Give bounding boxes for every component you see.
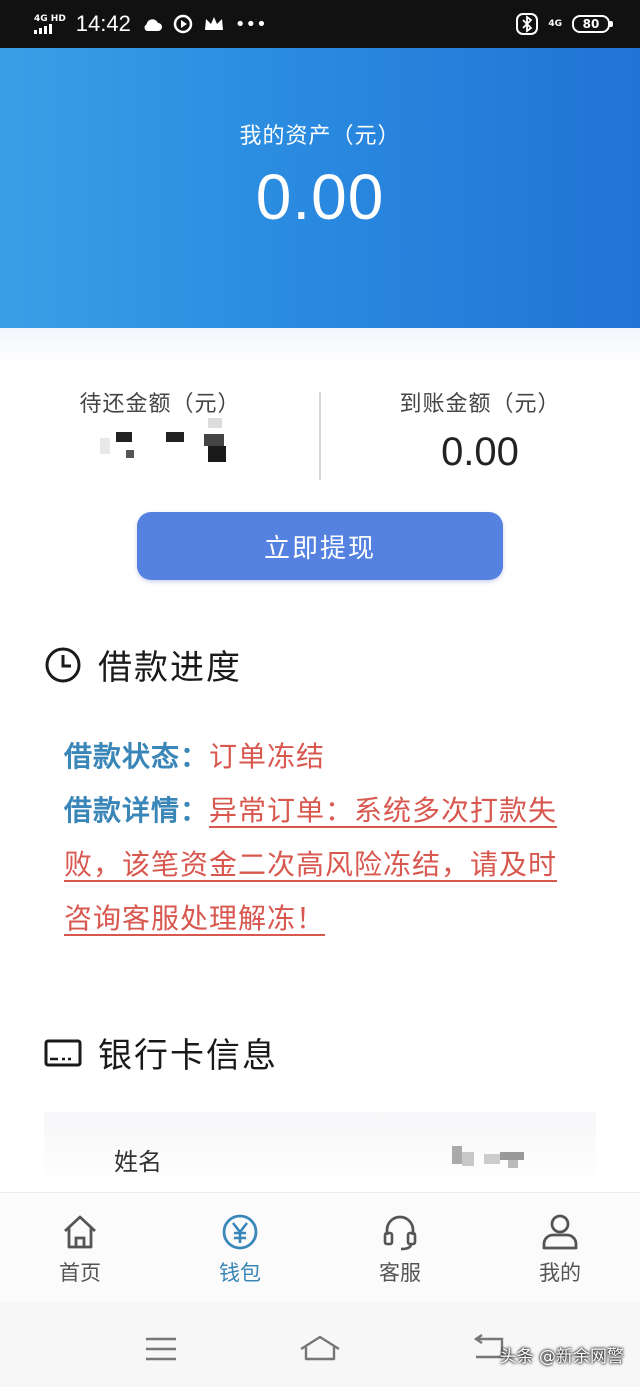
loan-status-value: 订单冻结 (209, 740, 326, 773)
user-icon (542, 1214, 578, 1250)
system-navigation-bar: 头条 @新余网警 (0, 1302, 640, 1387)
yen-icon (222, 1214, 258, 1250)
asset-header: 我的资产（元） 0.00 (0, 48, 640, 328)
battery-level: 80 (582, 17, 600, 31)
home-nav-icon[interactable] (298, 1334, 342, 1362)
bank-card-title: 银行卡信息 (98, 1036, 278, 1076)
cloud-icon (144, 19, 162, 31)
loan-detail-key: 借款详情： (64, 794, 210, 827)
watermark-text: 头条 @新余网警 (499, 1347, 624, 1367)
clock-icon (45, 647, 81, 682)
loan-progress-header: 借款进度 (44, 640, 242, 689)
headset-icon (383, 1215, 417, 1251)
network-label: 4G HD (34, 13, 66, 24)
tab-mine-label: 我的 (539, 1261, 581, 1285)
battery-icon: 80 (572, 15, 613, 33)
loan-status-row: 借款状态：订单冻结 (64, 730, 584, 784)
received-amount: 到账金额（元） 0.00 (320, 386, 640, 475)
received-amount-value: 0.00 (441, 430, 519, 474)
status-bar: 4G HD 14:42 ••• 4G 80 (0, 0, 640, 48)
header-shadow (0, 328, 640, 368)
bluetooth-icon (516, 13, 539, 35)
asset-value: 0.00 (255, 161, 385, 233)
asset-label: 我的资产（元） (239, 124, 401, 149)
clock: 14:42 (75, 11, 131, 36)
tab-mine[interactable]: 我的 (480, 1193, 640, 1303)
more-icon: ••• (234, 13, 267, 35)
withdraw-button[interactable]: 立即提现 (137, 512, 503, 580)
home-icon (64, 1215, 96, 1249)
signal-bars-icon (34, 23, 66, 34)
tab-wallet-label: 钱包 (219, 1261, 261, 1285)
name-value-redacted (452, 1144, 532, 1174)
network-indicator: 4G HD (34, 13, 66, 34)
loan-progress-title: 借款进度 (98, 648, 242, 688)
tab-wallet[interactable]: 钱包 (160, 1193, 320, 1303)
bottom-tab-bar: 首页 钱包 客服 我的 (0, 1192, 640, 1303)
tab-home-label: 首页 (59, 1261, 101, 1285)
play-icon (173, 14, 193, 34)
loan-status-key: 借款状态： (64, 740, 210, 773)
menu-icon[interactable] (144, 1336, 178, 1362)
received-amount-label: 到账金额（元） (399, 392, 561, 417)
name-key: 姓名 (114, 1148, 162, 1176)
tab-service-label: 客服 (379, 1261, 421, 1285)
bank-card-icon (44, 1039, 82, 1066)
tab-service[interactable]: 客服 (320, 1193, 480, 1303)
network-right-label: 4G (548, 18, 562, 29)
pending-amount-value-redacted (100, 412, 240, 468)
loan-detail-row: 借款详情：异常订单：系统多次打款失败，该笔资金二次高风险冻结，请及时咨询客服处理… (64, 784, 584, 946)
tab-home[interactable]: 首页 (0, 1193, 160, 1303)
bank-card-header: 银行卡信息 (44, 1028, 278, 1077)
crown-icon (204, 17, 223, 30)
name-row: 姓名 (44, 1112, 596, 1192)
